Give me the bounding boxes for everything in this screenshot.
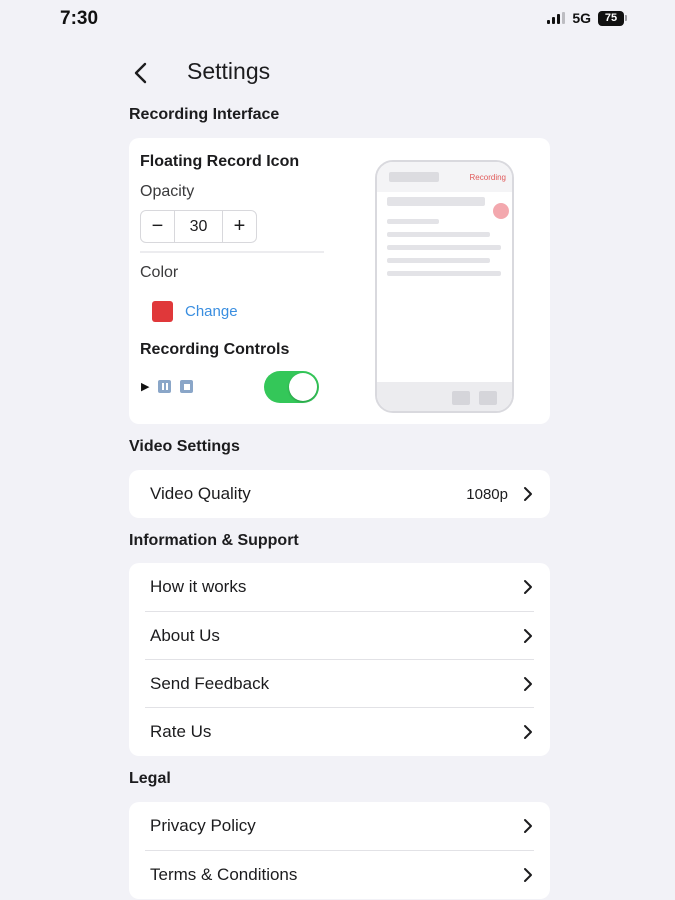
recording-controls-title: Recording Controls [140, 341, 290, 358]
preview-line [387, 258, 490, 263]
battery-level: 75 [598, 10, 624, 26]
chevron-right-icon [524, 580, 532, 594]
list-item-how-it-works[interactable]: How it works [129, 563, 550, 611]
chevron-right-icon [524, 629, 532, 643]
toggle-knob [289, 373, 317, 401]
preview-recording-label: Recording [469, 173, 506, 182]
preview-line [387, 245, 501, 250]
list-item-label: Send Feedback [150, 674, 270, 693]
pause-icon [158, 380, 171, 393]
chevron-right-icon [524, 487, 532, 501]
list-item-about-us[interactable]: About Us [129, 612, 550, 660]
preview-line [387, 197, 485, 206]
video-settings-card: Video Quality 1080p [129, 470, 550, 518]
floating-record-icon-title: Floating Record Icon [140, 153, 300, 170]
preview-title-placeholder [389, 172, 439, 182]
list-item-label: Rate Us [150, 722, 212, 741]
opacity-increase-button[interactable]: + [223, 211, 256, 242]
video-quality-label: Video Quality [150, 484, 251, 503]
preview-line [387, 271, 501, 276]
signal-icon [547, 12, 566, 24]
list-item-send-feedback[interactable]: Send Feedback [129, 660, 550, 708]
chevron-right-icon [524, 819, 532, 833]
section-title-legal: Legal [129, 770, 171, 787]
color-label: Color [140, 264, 179, 281]
status-indicators: 5G 75 [547, 10, 627, 26]
page-title: Settings [187, 58, 271, 84]
information-support-card: How it works About Us Send Feedback Rate… [129, 563, 550, 756]
battery-icon: 75 [598, 10, 627, 26]
play-icon: ▶ [141, 381, 150, 393]
divider [140, 251, 324, 253]
recording-interface-card: Floating Record Icon Opacity − 30 + Colo… [129, 138, 550, 424]
video-quality-row[interactable]: Video Quality 1080p [129, 470, 550, 518]
preview-record-dot [493, 203, 509, 219]
list-item-privacy-policy[interactable]: Privacy Policy [129, 802, 550, 850]
list-item-label: How it works [150, 577, 247, 596]
list-item-terms-conditions[interactable]: Terms & Conditions [129, 851, 550, 899]
section-title-video-settings: Video Settings [129, 438, 240, 455]
list-item-label: Terms & Conditions [150, 865, 298, 884]
network-type: 5G [572, 10, 591, 26]
back-button[interactable] [127, 58, 157, 88]
list-item-label: Privacy Policy [150, 816, 256, 835]
list-item-label: About Us [150, 626, 220, 645]
chevron-left-icon [134, 62, 147, 84]
phone-preview: Recording [375, 160, 514, 413]
change-color-link[interactable]: Change [185, 303, 238, 320]
legal-card: Privacy Policy Terms & Conditions [129, 802, 550, 899]
section-title-recording-interface: Recording Interface [129, 106, 280, 123]
preview-line [387, 232, 490, 237]
recording-controls-toggle[interactable] [264, 371, 319, 403]
chevron-right-icon [524, 677, 532, 691]
preview-button [452, 391, 470, 405]
opacity-label: Opacity [140, 183, 195, 200]
opacity-stepper[interactable]: − 30 + [140, 210, 257, 243]
chevron-right-icon [524, 868, 532, 882]
preview-button [479, 391, 497, 405]
list-item-rate-us[interactable]: Rate Us [129, 708, 550, 756]
opacity-value: 30 [174, 211, 223, 242]
status-time: 7:30 [60, 8, 99, 29]
video-quality-value: 1080p [466, 485, 508, 503]
color-swatch[interactable] [152, 301, 173, 322]
section-title-information-support: Information & Support [129, 532, 299, 549]
preview-line [387, 219, 439, 224]
stop-icon [180, 380, 193, 393]
chevron-right-icon [524, 725, 532, 739]
opacity-decrease-button[interactable]: − [141, 211, 174, 242]
